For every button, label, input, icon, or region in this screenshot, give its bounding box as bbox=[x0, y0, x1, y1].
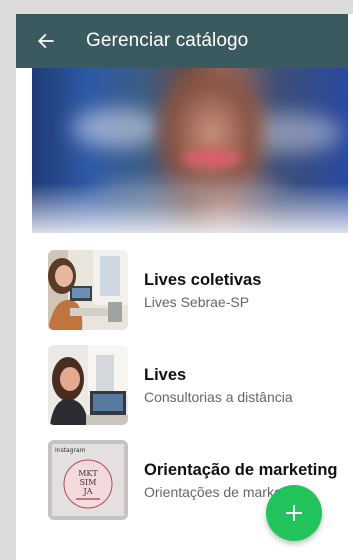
item-name: Lives coletivas bbox=[144, 270, 262, 289]
add-item-fab[interactable] bbox=[266, 485, 322, 541]
item-subtitle: Consultorias a distância bbox=[144, 388, 293, 405]
plus-icon bbox=[286, 505, 302, 521]
catalog-cover-image[interactable] bbox=[32, 68, 348, 233]
item-name: Lives bbox=[144, 365, 187, 384]
item-thumbnail bbox=[48, 345, 128, 425]
thumb-brand-text: Instagram bbox=[55, 447, 86, 454]
item-thumbnail: Instagram MKT SIM JA bbox=[48, 440, 128, 520]
catalog-item-lives[interactable]: Lives Consultorias a distância bbox=[48, 345, 338, 425]
back-button[interactable] bbox=[34, 29, 58, 53]
catalog-item-lives-coletivas[interactable]: Lives coletivas Lives Sebrae-SP bbox=[48, 250, 338, 330]
app-bar: Gerenciar catálogo bbox=[16, 14, 348, 68]
page-title: Gerenciar catálogo bbox=[86, 30, 249, 51]
item-name: Orientação de marketing bbox=[144, 460, 338, 479]
arrow-left-icon bbox=[37, 33, 54, 49]
thumb-text-line1: MKT bbox=[78, 469, 98, 478]
item-subtitle: Lives Sebrae-SP bbox=[144, 293, 250, 310]
item-thumbnail bbox=[48, 250, 128, 330]
thumb-text-line3: JA bbox=[83, 487, 93, 496]
thumb-text-line2: SIM bbox=[80, 478, 97, 487]
